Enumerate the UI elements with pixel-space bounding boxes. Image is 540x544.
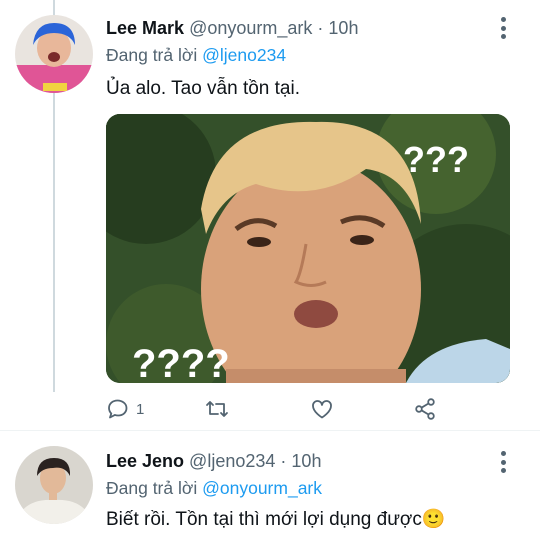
- reply-to-link[interactable]: @ljeno234: [202, 45, 286, 65]
- like-icon: [312, 400, 332, 419]
- tweet-lee-mark[interactable]: Lee Mark @onyourm_ark · 10h Đang trả lời…: [0, 0, 540, 430]
- reply-context: Đang trả lời @ljeno234: [106, 44, 286, 66]
- media-text-bottom: ????: [132, 342, 230, 383]
- media-text-top: ???: [403, 139, 469, 180]
- tweet-actions: 1: [106, 396, 436, 422]
- reply-button[interactable]: 1: [106, 396, 144, 422]
- retweet-icon: [206, 401, 228, 417]
- reply-prefix: Đang trả lời: [106, 45, 198, 65]
- separator-dot: ·: [280, 451, 287, 471]
- tweet-lee-jeno[interactable]: Lee Jeno @ljeno234 · 10h Đang trả lời @o…: [0, 430, 540, 544]
- tweet-text: Ủa alo. Tao vẫn tồn tại.: [106, 78, 300, 99]
- timestamp[interactable]: 10h: [328, 18, 358, 38]
- tweet-text-body: Biết rồi. Tồn tại thì mới lợi dụng được: [106, 509, 422, 530]
- more-icon[interactable]: [500, 17, 506, 39]
- timestamp[interactable]: 10h: [291, 451, 321, 471]
- retweet-button[interactable]: [204, 396, 230, 422]
- separator-dot: ·: [317, 18, 324, 38]
- tweet-header: Lee Jeno @ljeno234 · 10h: [106, 450, 321, 472]
- like-button[interactable]: [310, 396, 334, 422]
- tweet-header: Lee Mark @onyourm_ark · 10h: [106, 17, 358, 39]
- avatar[interactable]: [15, 15, 93, 93]
- tweet-text: Biết rồi. Tồn tại thì mới lợi dụng được🙂: [106, 508, 446, 532]
- display-name[interactable]: Lee Mark: [106, 18, 184, 38]
- reply-prefix: Đang trả lời: [106, 478, 198, 498]
- user-handle[interactable]: @ljeno234: [189, 451, 275, 471]
- reply-context: Đang trả lời @onyourm_ark: [106, 477, 322, 499]
- display-name[interactable]: Lee Jeno: [106, 451, 184, 471]
- tweet-media[interactable]: ??? ????: [106, 114, 510, 383]
- share-button[interactable]: [413, 396, 437, 422]
- avatar[interactable]: [15, 446, 93, 524]
- more-icon[interactable]: [500, 451, 506, 473]
- reply-count: 1: [136, 400, 145, 418]
- reply-to-link[interactable]: @onyourm_ark: [202, 478, 322, 498]
- reply-icon: [108, 399, 128, 419]
- smile-emoji-icon: 🙂: [421, 509, 446, 530]
- share-icon: [415, 398, 435, 420]
- user-handle[interactable]: @onyourm_ark: [189, 18, 312, 38]
